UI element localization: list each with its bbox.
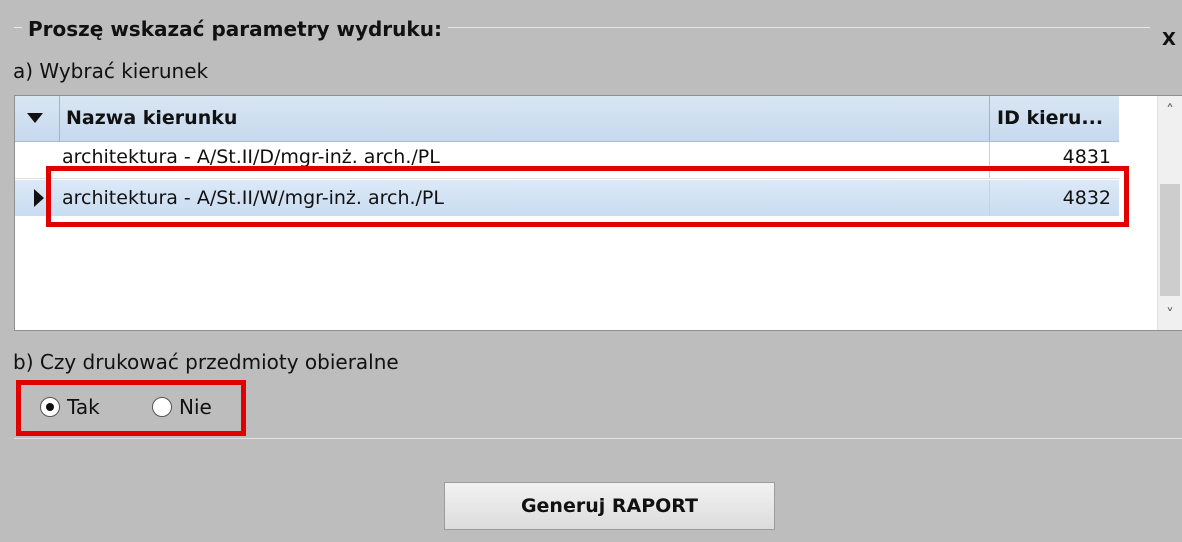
chevron-down-icon [27, 113, 43, 123]
column-header-name[interactable]: Nazwa kierunku [60, 96, 990, 141]
generate-report-button[interactable]: Generuj RAPORT [444, 482, 775, 530]
close-button[interactable]: X [1156, 28, 1182, 52]
scrollbar-thumb[interactable] [1160, 184, 1180, 296]
vertical-scrollbar[interactable]: ˄ ˅ [1157, 96, 1182, 330]
dialog-title-area: Proszę wskazać parametry wydruku: [22, 14, 448, 44]
dialog-title: Proszę wskazać parametry wydruku: [28, 17, 442, 41]
section-b-label: b) Czy drukować przedmioty obieralne [13, 350, 399, 374]
highlight-box-selected-row [46, 166, 1129, 227]
separator [14, 438, 1182, 439]
header-indicator-cell[interactable] [15, 96, 60, 141]
grid-header: Nazwa kierunku ID kieru... [15, 96, 1119, 142]
column-header-id[interactable]: ID kieru... [991, 96, 1119, 141]
highlight-box-radio [16, 380, 246, 436]
section-a-label: a) Wybrać kierunek [13, 59, 209, 83]
row-pointer-icon [34, 189, 44, 207]
chevron-down-icon[interactable]: ˅ [1158, 300, 1182, 330]
chevron-up-icon[interactable]: ˄ [1158, 96, 1182, 126]
